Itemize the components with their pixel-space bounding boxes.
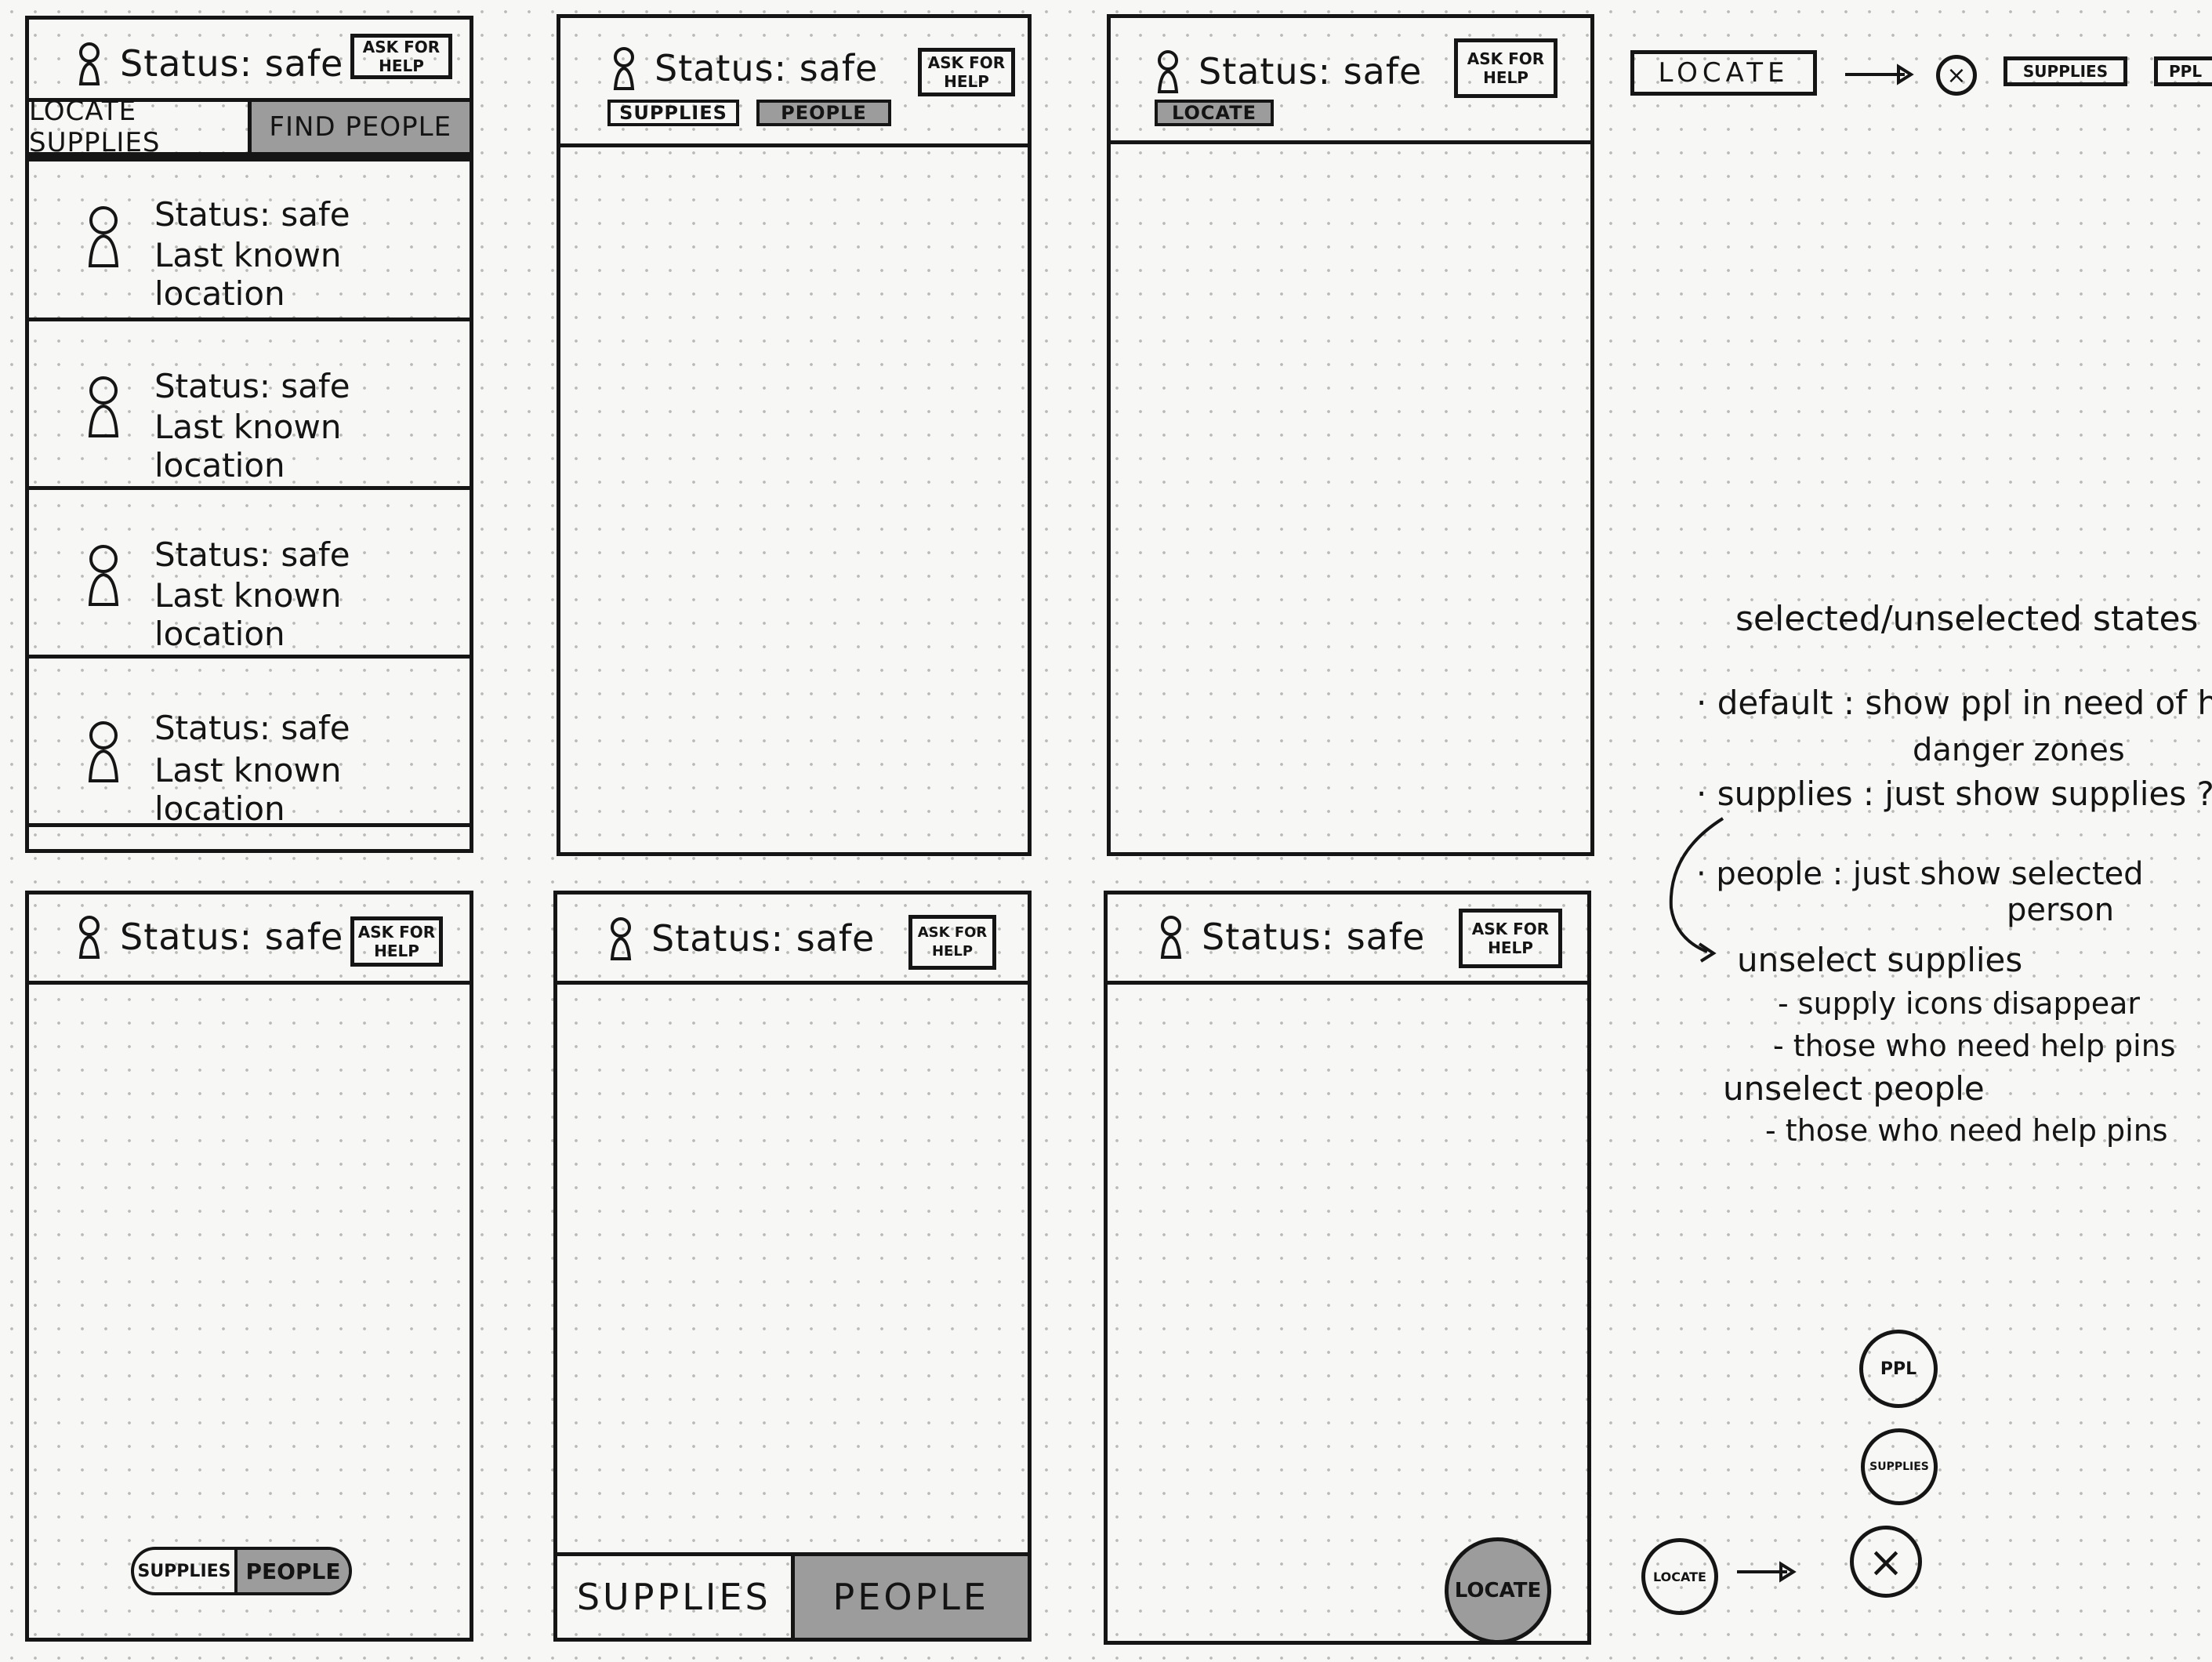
tab-locate-supplies[interactable]: LOCATE SUPPLIES	[29, 96, 248, 158]
status-label: Status: safe	[651, 917, 876, 960]
person-icon	[1160, 916, 1182, 959]
arrow-right-icon	[1737, 1561, 1797, 1583]
person-row[interactable]: Status: safe Last known location	[29, 321, 470, 490]
flow-curve	[1669, 817, 1724, 963]
segment-supplies[interactable]: SUPPLIES	[134, 1550, 234, 1592]
person-status: Status: safe	[154, 195, 350, 234]
status-label: Status: safe	[120, 916, 344, 958]
tab-people[interactable]: PEOPLE	[790, 1556, 1028, 1638]
person-location: Last known location	[154, 236, 342, 313]
close-icon: ×	[1850, 1526, 1922, 1598]
note-people: · people : just show selected	[1696, 856, 2144, 892]
note-unselect-supplies-a: - supply icons disappear	[1778, 986, 2140, 1021]
person-location: Last known location	[154, 576, 342, 653]
chip-locate[interactable]: LOCATE	[1155, 100, 1274, 126]
note-supplies: · supplies : just show supplies ?	[1696, 775, 2212, 813]
header: Status: safe ASK FOR HELP SUPPLIES PEOPL…	[560, 18, 1028, 147]
header: Status: safe ASK FOR HELP	[29, 20, 470, 98]
status-label: Status: safe	[1198, 50, 1423, 93]
chip-supplies[interactable]: SUPPLIES	[607, 100, 739, 126]
ask-for-help-button[interactable]: ASK FOR HELP	[918, 48, 1015, 96]
header: Status: safe ASK FOR HELP	[1108, 895, 1587, 985]
segment-people[interactable]: PEOPLE	[234, 1550, 349, 1592]
ask-for-help-button[interactable]: ASK FOR HELP	[908, 915, 996, 970]
note-default: · default : show ppl in need of help	[1696, 684, 2212, 722]
ask-for-help-button[interactable]: ASK FOR HELP	[350, 916, 443, 967]
screen-segmented: Status: safe ASK FOR HELP SUPPLIES PEOPL…	[25, 891, 473, 1642]
screen-locate-fab: Status: safe ASK FOR HELP LOCATE	[1104, 891, 1591, 1645]
supplies-fab-sketch: SUPPLIES	[1861, 1428, 1938, 1505]
supplies-button-sketch: SUPPLIES	[2003, 56, 2127, 86]
tab-supplies[interactable]: SUPPLIES	[557, 1556, 791, 1638]
tab-bar: LOCATE SUPPLIES FIND PEOPLE	[29, 96, 470, 161]
note-unselect-people: unselect people	[1723, 1069, 1985, 1108]
person-icon	[88, 545, 119, 606]
ppl-button-sketch: PPL	[2154, 56, 2212, 86]
person-location: Last known location	[154, 751, 342, 828]
person-row[interactable]: Status: safe Last known location	[29, 490, 470, 659]
note-unselect-supplies-b: - those who need help pins	[1773, 1029, 2176, 1063]
screen-locate-chip: Status: safe ASK FOR HELP LOCATE	[1107, 14, 1594, 856]
status-label: Status: safe	[120, 42, 344, 85]
person-status: Status: safe	[154, 709, 350, 747]
ppl-fab-sketch: PPL	[1859, 1330, 1938, 1408]
person-status: Status: safe	[154, 367, 350, 405]
note-default-cont: danger zones	[1913, 732, 2125, 768]
person-icon	[88, 721, 119, 782]
person-icon	[78, 916, 100, 959]
user-status: Status: safe	[1155, 49, 1422, 93]
locate-fab-sketch: LOCATE	[1641, 1538, 1718, 1615]
user-status: Status: safe	[611, 46, 878, 90]
person-icon	[1157, 50, 1179, 93]
person-status: Status: safe	[154, 535, 350, 574]
header: Status: safe ASK FOR HELP LOCATE	[1111, 18, 1590, 144]
locate-button-sketch: LOCATE	[1630, 50, 1817, 96]
person-row[interactable]: Status: safe Last known location	[29, 659, 470, 828]
bottom-tab-bar: SUPPLIES PEOPLE	[557, 1552, 1028, 1638]
screen-chips-top: Status: safe ASK FOR HELP SUPPLIES PEOPL…	[557, 14, 1032, 856]
note-unselect-people-a: - those who need help pins	[1765, 1113, 2168, 1148]
person-icon	[88, 206, 119, 267]
screen-find-people: Status: safe ASK FOR HELP LOCATE SUPPLIE…	[25, 16, 473, 853]
header: Status: safe ASK FOR HELP	[29, 895, 470, 985]
screen-bottom-tabs: Status: safe ASK FOR HELP SUPPLIES PEOPL…	[553, 891, 1032, 1642]
person-icon	[610, 917, 632, 960]
close-icon: ×	[1936, 55, 1977, 96]
person-icon	[88, 376, 119, 437]
tab-find-people[interactable]: FIND PEOPLE	[247, 102, 470, 152]
segmented-control: SUPPLIES PEOPLE	[131, 1547, 352, 1595]
person-location: Last known location	[154, 408, 342, 484]
person-icon	[613, 47, 635, 90]
chip-people[interactable]: PEOPLE	[756, 100, 891, 126]
note-people-cont: person	[2007, 892, 2115, 928]
note-unselect-supplies: unselect supplies	[1737, 941, 2023, 979]
ask-for-help-button[interactable]: ASK FOR HELP	[1454, 38, 1557, 98]
arrow-right-icon	[1845, 64, 1914, 85]
status-label: Status: safe	[655, 47, 879, 89]
notes-heading: selected/unselected states	[1735, 599, 2199, 639]
person-row[interactable]: Status: safe Last known location	[29, 158, 470, 321]
ask-for-help-button[interactable]: ASK FOR HELP	[350, 34, 452, 79]
user-status: Status: safe	[607, 916, 875, 960]
header: Status: safe ASK FOR HELP	[557, 895, 1028, 985]
locate-fab[interactable]: LOCATE	[1445, 1537, 1551, 1644]
user-status: Status: safe	[76, 42, 343, 85]
user-status: Status: safe	[76, 915, 343, 959]
person-icon	[78, 42, 100, 85]
status-label: Status: safe	[1202, 916, 1426, 958]
user-status: Status: safe	[1158, 915, 1425, 959]
ask-for-help-button[interactable]: ASK FOR HELP	[1459, 909, 1562, 968]
